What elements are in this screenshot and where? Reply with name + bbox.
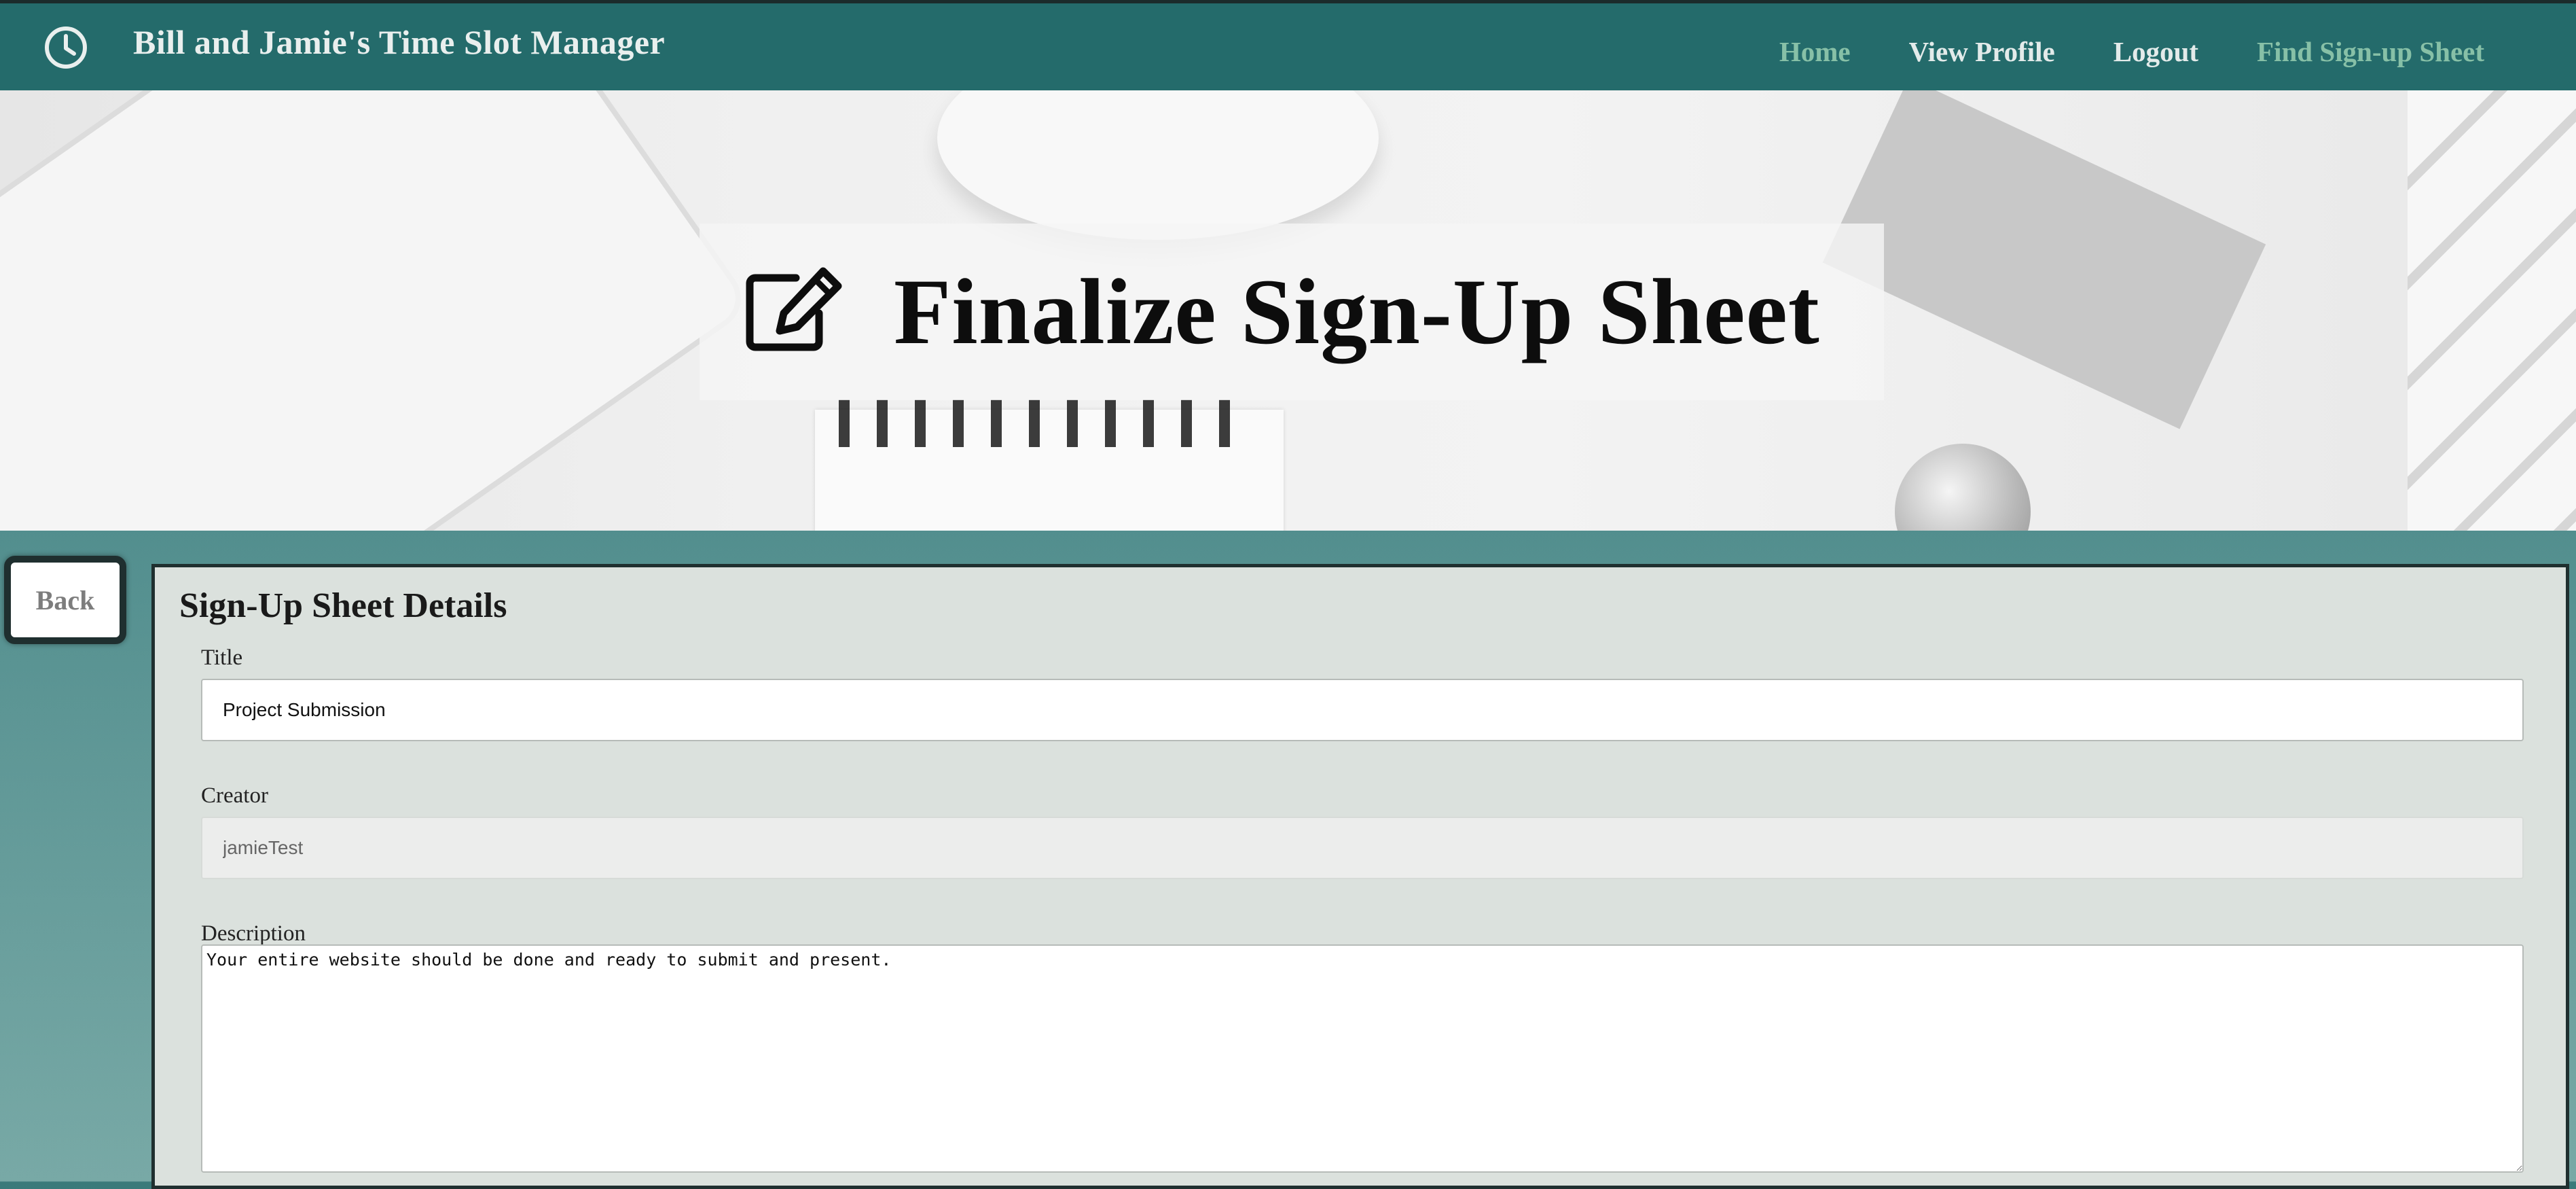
app-title[interactable]: Bill and Jamie's Time Slot Manager: [133, 22, 665, 62]
nav-home-link[interactable]: Home: [1779, 35, 1851, 68]
title-label: Title: [201, 645, 243, 670]
signup-sheet-details-panel: Sign-Up Sheet Details Title Creator Desc…: [151, 564, 2569, 1189]
notepad-rings: [839, 400, 1246, 447]
page-title: Finalize Sign-Up Sheet: [894, 260, 1820, 363]
description-label: Description: [201, 921, 306, 946]
hero-title-banner: Finalize Sign-Up Sheet: [700, 224, 1884, 400]
nav-find-signup-sheet-link[interactable]: Find Sign-up Sheet: [2257, 35, 2484, 68]
mouse-image: [937, 90, 1379, 240]
section-heading: Sign-Up Sheet Details: [179, 586, 507, 625]
note-card-image: [1822, 90, 2266, 429]
keyboard-image-right: [2408, 90, 2576, 531]
creator-input[interactable]: [201, 817, 2524, 879]
creator-label: Creator: [201, 783, 268, 808]
nav-menu: Home View Profile Logout Find Sign-up Sh…: [1779, 35, 2484, 68]
hero-banner-image: Finalize Sign-Up Sheet: [0, 90, 2576, 531]
navbar: Bill and Jamie's Time Slot Manager Home …: [0, 0, 2576, 90]
nav-view-profile-link[interactable]: View Profile: [1909, 35, 2055, 68]
nav-logout-link[interactable]: Logout: [2114, 35, 2198, 68]
description-textarea[interactable]: Your entire website should be done and r…: [201, 944, 2524, 1173]
clock-icon[interactable]: [43, 25, 88, 70]
card-holder-image: [1895, 444, 2031, 531]
keyboard-image: [0, 90, 746, 531]
back-button[interactable]: Back: [4, 556, 126, 644]
title-input[interactable]: [201, 679, 2524, 741]
edit-icon: [746, 267, 842, 351]
